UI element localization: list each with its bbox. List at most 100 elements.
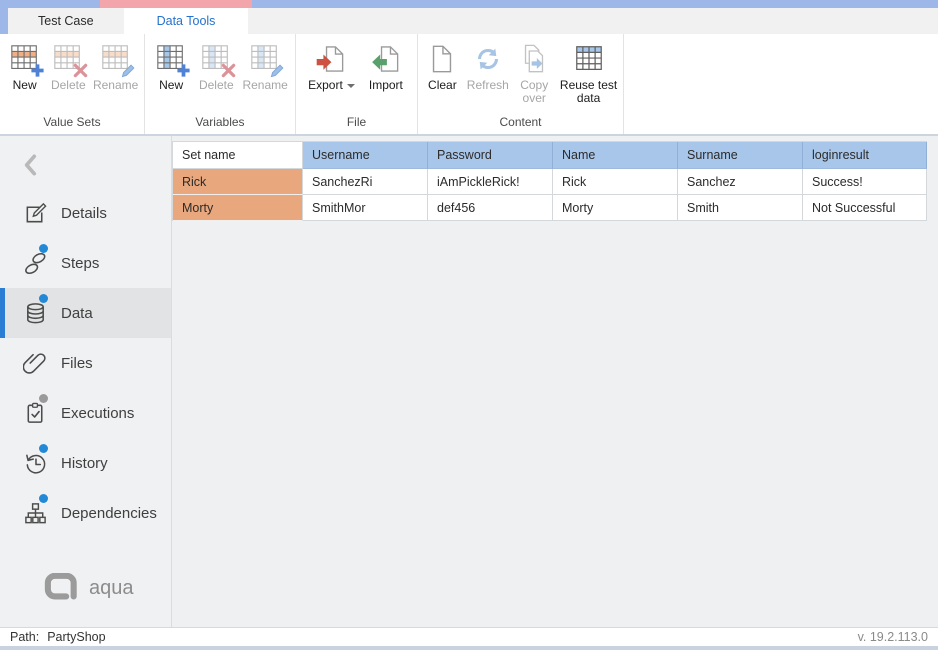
window-bottom-strip [0,646,938,650]
path-label: Path: [10,630,39,644]
table-cell-loginresult[interactable]: Success! [803,169,927,195]
app-window: Test Case Data Tools New Del [0,0,938,650]
table-add-row-icon [8,41,42,77]
column-header-password[interactable]: Password [428,142,553,169]
sidebar-item-label: Dependencies [61,505,157,522]
sidebar: Details Steps Data Files [0,136,172,627]
button-label: New [13,79,37,92]
paperclip-icon [22,350,48,376]
import-icon [369,41,403,77]
import-button[interactable]: Import [367,41,405,92]
ribbon-group-label: File [296,113,417,134]
window-edge-accent [0,0,8,34]
value-sets-delete-button: Delete [49,41,87,92]
column-header-username[interactable]: Username [303,142,428,169]
history-icon [22,450,48,476]
clipboard-check-icon [22,400,48,426]
chevron-left-icon [20,152,42,178]
table-cell-name[interactable]: Rick [553,169,678,195]
table-cell-loginresult[interactable]: Not Successful [803,195,927,221]
clear-page-icon [425,41,459,77]
pencil-icon [121,63,136,78]
button-label: Copy over [514,79,554,105]
column-header-surname[interactable]: Surname [678,142,803,169]
steps-icon [22,250,48,276]
pencil-icon [270,63,285,78]
ribbon-group-file: Export Import File [296,34,418,134]
sidebar-item-files[interactable]: Files [0,338,171,388]
x-icon [73,63,88,78]
table-header-row: Set name Username Password Name Surname … [173,142,927,169]
button-label: Clear [428,79,457,92]
button-label: Delete [199,79,234,92]
table-cell-username[interactable]: SanchezRi [303,169,428,195]
collapse-sidebar-button[interactable] [20,152,44,178]
ribbon-group-variables: New Delete Rename Variable [145,34,296,134]
table-delete-row-icon [51,41,85,77]
button-label: Refresh [467,79,509,92]
aqua-logo-icon [42,573,80,603]
table-cell-password[interactable]: iAmPickleRick! [428,169,553,195]
ribbon-group-value-sets: New Delete Rename Value Se [0,34,145,134]
button-label: Export [308,79,343,92]
path-value: PartyShop [47,630,105,644]
sidebar-item-label: Details [61,205,107,222]
sidebar-item-label: History [61,455,108,472]
tab-test-case[interactable]: Test Case [8,8,124,34]
table-cell-set-name[interactable]: Morty [173,195,303,221]
sidebar-item-steps[interactable]: Steps [0,238,171,288]
ribbon-tab-bar: Test Case Data Tools [0,8,938,34]
reuse-test-data-button[interactable]: Reuse test data [560,41,618,105]
button-label: Rename [93,79,138,92]
window-accent-strip [0,0,938,8]
refresh-icon [471,41,505,77]
version-label: v. 19.2.113.0 [858,630,928,644]
aqua-logo: aqua [0,573,171,603]
database-icon [22,300,48,326]
edit-icon [22,200,48,226]
sidebar-item-history[interactable]: History [0,438,171,488]
table-cell-password[interactable]: def456 [428,195,553,221]
ribbon-empty-space [624,34,938,134]
export-button[interactable]: Export [308,41,355,92]
table-delete-column-icon [199,41,233,77]
notification-badge [39,294,48,303]
variables-rename-button: Rename [242,41,287,92]
value-sets-new-button[interactable]: New [6,41,44,92]
table-cell-username[interactable]: SmithMor [303,195,428,221]
dropdown-caret-icon [347,84,355,88]
table-cell-set-name[interactable]: Rick [173,169,303,195]
notification-badge [39,394,48,403]
column-header-name[interactable]: Name [553,142,678,169]
table-cell-surname[interactable]: Smith [678,195,803,221]
notification-badge [39,244,48,253]
table-cell-name[interactable]: Morty [553,195,678,221]
button-label: Import [369,79,403,92]
button-label: New [159,79,183,92]
sidebar-item-executions[interactable]: Executions [0,388,171,438]
notification-badge [39,494,48,503]
sidebar-item-dependencies[interactable]: Dependencies [0,488,171,538]
plus-icon [176,63,191,78]
table-cell-surname[interactable]: Sanchez [678,169,803,195]
variables-delete-button: Delete [197,41,235,92]
sidebar-item-label: Files [61,355,93,372]
column-header-loginresult[interactable]: loginresult [803,142,927,169]
ribbon-group-label: Content [418,113,623,134]
reuse-table-icon [572,41,606,77]
sidebar-item-label: Steps [61,255,99,272]
sidebar-item-label: Data [61,305,93,322]
ribbon: New Delete Rename Value Se [0,34,938,136]
sidebar-item-data[interactable]: Data [0,288,171,338]
column-header-set-name[interactable]: Set name [173,142,303,169]
copy-over-button: Copy over [514,41,554,105]
variables-new-button[interactable]: New [152,41,190,92]
clear-button[interactable]: Clear [423,41,461,92]
copy-over-icon [517,41,551,77]
button-label: Rename [242,79,287,92]
tab-data-tools[interactable]: Data Tools [124,8,249,34]
aqua-logo-text: aqua [89,577,134,600]
sidebar-item-details[interactable]: Details [0,188,171,238]
status-bar: Path: PartyShop v. 19.2.113.0 [0,627,938,646]
table-row: Morty SmithMor def456 Morty Smith Not Su… [173,195,927,221]
